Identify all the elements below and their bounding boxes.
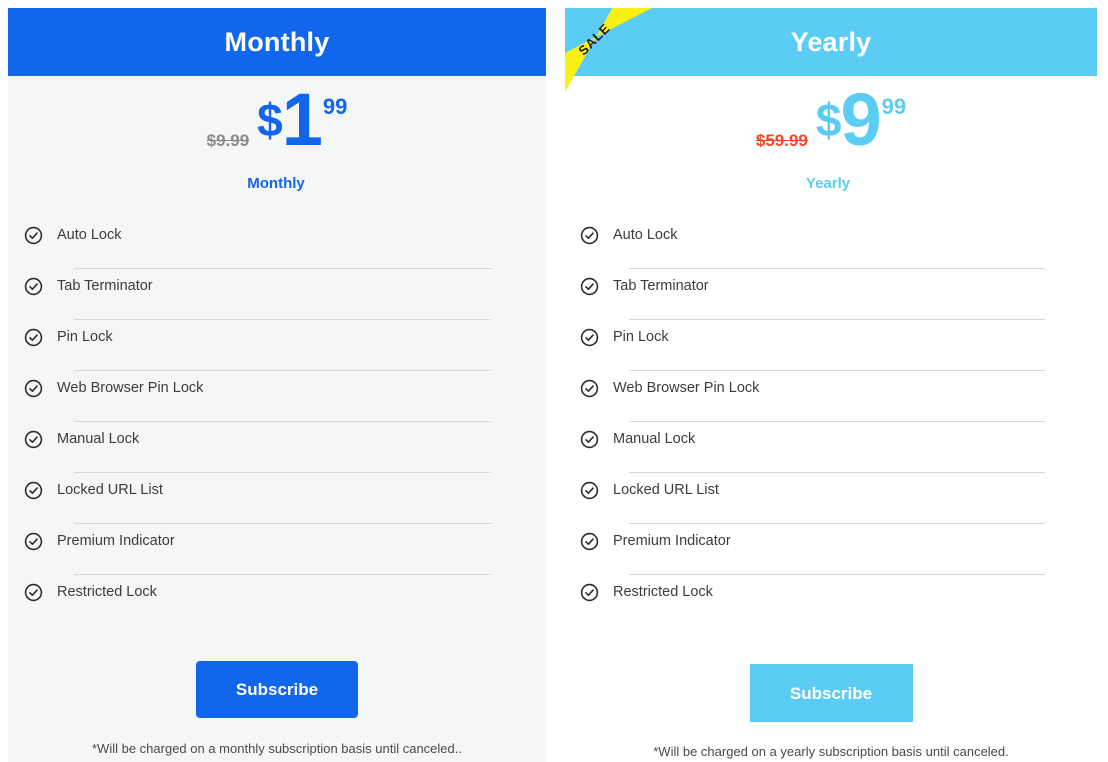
- old-price-monthly: $9.99: [206, 131, 250, 150]
- feature-label: Tab Terminator: [57, 277, 153, 294]
- footnote-yearly: *Will be charged on a yearly subscriptio…: [565, 722, 1097, 762]
- price-cents: 99: [881, 94, 907, 119]
- feature-item: Locked URL List: [8, 473, 546, 524]
- feature-item: Tab Terminator: [565, 269, 1097, 320]
- plan-title-yearly: Yearly: [790, 26, 872, 57]
- footnote-line: *Will be charged on a yearly subscriptio…: [653, 744, 1009, 759]
- feature-item: Manual Lock: [565, 422, 1097, 473]
- check-circle-icon: [580, 532, 599, 551]
- price-block-yearly: $59.99 $ 9 99 Yearly: [565, 76, 1097, 218]
- feature-label: Auto Lock: [57, 226, 122, 243]
- feature-label: Web Browser Pin Lock: [613, 379, 760, 396]
- price-period-yearly: Yearly: [805, 175, 851, 192]
- check-circle-icon: [580, 277, 599, 296]
- price-amount: 1: [281, 78, 323, 161]
- feature-item: Premium Indicator: [8, 524, 546, 575]
- price-block-monthly: $9.99 $ 1 99 Monthly: [8, 76, 546, 218]
- pricing-card-monthly: Monthly $9.99 $ 1 99 Monthly Auto Lock T…: [0, 0, 554, 762]
- check-circle-icon: [24, 430, 43, 449]
- footnote-line: *Will be charged on a monthly subscripti…: [92, 741, 462, 756]
- subscribe-area-monthly: Subscribe: [8, 626, 546, 718]
- feature-item: Tab Terminator: [8, 269, 546, 320]
- feature-item: Auto Lock: [565, 218, 1097, 269]
- feature-list-yearly: Auto Lock Tab Terminator Pin Lock Web Br…: [565, 218, 1097, 626]
- check-circle-icon: [580, 328, 599, 347]
- subscribe-button-yearly[interactable]: Subscribe: [749, 664, 913, 722]
- pricing-plans-container: Monthly $9.99 $ 1 99 Monthly Auto Lock T…: [0, 0, 1108, 762]
- price-row-yearly: $59.99 $ 9 99: [565, 78, 1097, 161]
- feature-item: Restricted Lock: [565, 575, 1097, 626]
- feature-item: Pin Lock: [565, 320, 1097, 371]
- check-circle-icon: [24, 328, 43, 347]
- pricing-card-monthly-body: Monthly $9.99 $ 1 99 Monthly Auto Lock T…: [8, 8, 546, 762]
- feature-item: Web Browser Pin Lock: [565, 371, 1097, 422]
- current-price-yearly: $ 9 99: [815, 78, 907, 161]
- check-circle-icon: [24, 532, 43, 551]
- check-circle-icon: [24, 226, 43, 245]
- price-amount: 9: [840, 78, 881, 161]
- feature-item: Auto Lock: [8, 218, 546, 269]
- check-circle-icon: [24, 583, 43, 602]
- price-period-monthly: Monthly: [247, 175, 305, 192]
- feature-label: Manual Lock: [613, 430, 696, 447]
- feature-label: Pin Lock: [57, 328, 113, 345]
- feature-label: Restricted Lock: [57, 583, 157, 600]
- feature-item: Manual Lock: [8, 422, 546, 473]
- feature-label: Locked URL List: [613, 481, 719, 498]
- subscribe-button-monthly[interactable]: Subscribe: [196, 661, 358, 718]
- check-circle-icon: [580, 583, 599, 602]
- pricing-card-yearly: Yearly SALE $59.99 $ 9 99 Yearly Auto Lo…: [554, 0, 1108, 762]
- check-circle-icon: [580, 226, 599, 245]
- feature-label: Auto Lock: [613, 226, 678, 243]
- price-currency-symbol: $: [815, 94, 842, 146]
- subscribe-area-yearly: Subscribe: [565, 626, 1097, 722]
- feature-item: Pin Lock: [8, 320, 546, 371]
- footnote-monthly: *Will be charged on a monthly subscripti…: [8, 718, 546, 762]
- feature-item: Web Browser Pin Lock: [8, 371, 546, 422]
- old-price-yearly: $59.99: [755, 131, 808, 150]
- feature-label: Pin Lock: [613, 328, 669, 345]
- plan-title-monthly: Monthly: [224, 26, 330, 57]
- feature-label: Premium Indicator: [613, 532, 731, 549]
- check-circle-icon: [24, 277, 43, 296]
- feature-label: Tab Terminator: [613, 277, 709, 294]
- feature-item: Premium Indicator: [565, 524, 1097, 575]
- feature-list-monthly: Auto Lock Tab Terminator Pin Lock Web Br…: [8, 218, 546, 626]
- check-circle-icon: [580, 430, 599, 449]
- feature-label: Premium Indicator: [57, 532, 175, 549]
- check-circle-icon: [580, 481, 599, 500]
- check-circle-icon: [580, 379, 599, 398]
- pricing-card-yearly-header: Yearly: [565, 8, 1097, 76]
- price-cents: 99: [322, 94, 348, 119]
- pricing-card-monthly-header: Monthly: [8, 8, 546, 76]
- feature-label: Web Browser Pin Lock: [57, 379, 204, 396]
- price-currency-symbol: $: [257, 94, 283, 146]
- pricing-card-yearly-body: Yearly SALE $59.99 $ 9 99 Yearly Auto Lo…: [565, 8, 1097, 762]
- current-price-monthly: $ 1 99: [257, 78, 348, 161]
- feature-label: Restricted Lock: [613, 583, 713, 600]
- check-circle-icon: [24, 481, 43, 500]
- feature-label: Locked URL List: [57, 481, 163, 498]
- price-row-monthly: $9.99 $ 1 99: [8, 78, 546, 161]
- feature-item: Restricted Lock: [8, 575, 546, 626]
- check-circle-icon: [24, 379, 43, 398]
- feature-label: Manual Lock: [57, 430, 140, 447]
- feature-item: Locked URL List: [565, 473, 1097, 524]
